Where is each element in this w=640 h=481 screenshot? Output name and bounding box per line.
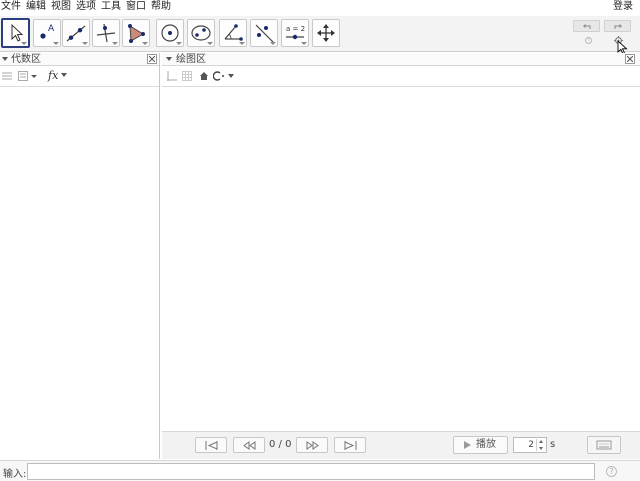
menu-options[interactable]: 选项 — [76, 1, 96, 13]
tool-conic[interactable] — [187, 19, 215, 47]
tool-move-graphics[interactable] — [312, 19, 340, 47]
close-icon — [149, 56, 155, 62]
input-bar: 输入: ? — [0, 460, 640, 481]
tool-perpendicular[interactable] — [92, 19, 120, 47]
speed-value: 2 — [528, 440, 534, 450]
algebra-view-header: 代数区 — [0, 53, 159, 66]
home-icon[interactable] — [199, 71, 209, 81]
tool-line[interactable] — [62, 19, 90, 47]
input-function-button[interactable]: fx — [48, 69, 58, 82]
collapse-caret-icon[interactable] — [166, 57, 172, 61]
slider-icon: a = 2 — [286, 25, 305, 40]
spinner-arrows-icon[interactable] — [536, 439, 545, 451]
tool-angle[interactable] — [219, 19, 247, 47]
show-axes-icon[interactable] — [167, 71, 177, 81]
algebra-view-title: 代数区 — [11, 54, 41, 65]
show-auxiliary-objects-icon[interactable] — [2, 71, 12, 81]
graphics-view[interactable]: 绘图区 — [162, 53, 640, 459]
speed-unit: s — [550, 439, 556, 450]
login-link[interactable]: 登录 — [613, 1, 633, 13]
menu-tools[interactable]: 工具 — [101, 1, 121, 13]
tool-menu-arrow-icon — [53, 42, 59, 45]
tool-move[interactable] — [1, 18, 30, 48]
redo-icon — [614, 24, 622, 29]
redo-button[interactable] — [604, 20, 631, 32]
play-icon — [464, 441, 471, 449]
export-animation-button[interactable] — [587, 436, 621, 454]
svg-text:A: A — [48, 24, 55, 34]
tool-menu-arrow-icon — [301, 42, 307, 45]
tool-menu-arrow-icon — [112, 42, 118, 45]
next-frame-button[interactable] — [296, 437, 328, 453]
sort-objects-icon[interactable] — [18, 71, 38, 81]
animation-bar: 0 / 0 播放 2 s — [162, 431, 640, 459]
tool-bar: A a = 2 ? — [0, 16, 640, 52]
move-graphics-view-icon — [317, 24, 335, 42]
point-icon: A — [40, 24, 55, 39]
play-button[interactable]: 播放 — [453, 436, 508, 454]
algebra-style-bar: fx — [0, 67, 159, 87]
close-graphics-view-button[interactable] — [625, 54, 635, 64]
skip-to-end-icon — [344, 441, 357, 450]
menu-help[interactable]: 帮助 — [151, 1, 171, 13]
tool-circle[interactable] — [156, 19, 184, 47]
tool-reflect[interactable] — [250, 19, 278, 47]
menu-view[interactable]: 视图 — [51, 1, 71, 13]
tool-menu-arrow-icon — [142, 42, 148, 45]
menu-edit[interactable]: 编辑 — [26, 1, 46, 13]
frame-counter: 0 / 0 — [269, 439, 292, 450]
line-icon — [66, 25, 86, 42]
previous-frame-button[interactable] — [233, 437, 265, 453]
algebra-view: 代数区 fx — [0, 53, 160, 459]
input-field[interactable] — [27, 463, 595, 480]
collapse-caret-icon[interactable] — [2, 57, 8, 61]
graphics-view-title: 绘图区 — [176, 54, 206, 65]
tool-polygon[interactable] — [122, 19, 150, 47]
tool-menu-arrow-icon — [82, 42, 88, 45]
perpendicular-line-icon — [96, 23, 116, 43]
speed-spinner[interactable]: 2 — [513, 437, 547, 453]
step-forward-icon — [306, 441, 319, 450]
show-grid-icon[interactable] — [182, 71, 192, 81]
point-capturing-icon[interactable] — [213, 71, 235, 81]
skip-to-start-icon — [205, 441, 218, 450]
tool-menu-arrow-icon — [207, 42, 213, 45]
input-label: 输入: — [3, 469, 27, 480]
tool-menu-arrow-icon — [270, 42, 276, 45]
undo-icon — [583, 24, 591, 29]
tool-menu-arrow-icon — [239, 42, 245, 45]
chevron-down-icon[interactable] — [60, 71, 68, 79]
conic-ellipse-icon — [191, 25, 211, 41]
menu-bar: 文件 编辑 视图 选项 工具 窗口 帮助 登录 — [0, 0, 640, 15]
tool-menu-arrow-icon — [21, 42, 27, 45]
move-arrow-icon — [11, 23, 24, 42]
tool-point[interactable]: A — [33, 19, 61, 47]
menu-items: 文件 编辑 视图 选项 工具 窗口 帮助 — [0, 1, 176, 13]
polygon-icon — [128, 24, 145, 43]
close-algebra-view-button[interactable] — [147, 54, 157, 64]
reflect-icon — [255, 24, 274, 43]
toolbar-help-icon[interactable]: ? — [585, 37, 592, 44]
graphics-view-header: 绘图区 — [162, 53, 640, 66]
circle-center-point-icon — [161, 24, 179, 42]
graphics-style-bar — [162, 67, 640, 87]
menu-file[interactable]: 文件 — [1, 1, 21, 13]
angle-icon — [224, 24, 243, 41]
close-icon — [627, 56, 633, 62]
menu-window[interactable]: 窗口 — [126, 1, 146, 13]
svg-text:a = 2: a = 2 — [286, 25, 305, 33]
last-frame-button[interactable] — [334, 437, 366, 453]
play-label: 播放 — [476, 439, 496, 450]
first-frame-button[interactable] — [195, 437, 227, 453]
record-icon — [596, 440, 612, 450]
tool-menu-arrow-icon — [176, 42, 182, 45]
tool-slider[interactable]: a = 2 — [281, 19, 309, 47]
undo-button[interactable] — [573, 20, 600, 32]
input-help-icon[interactable]: ? — [606, 466, 617, 477]
step-back-icon — [243, 441, 256, 450]
